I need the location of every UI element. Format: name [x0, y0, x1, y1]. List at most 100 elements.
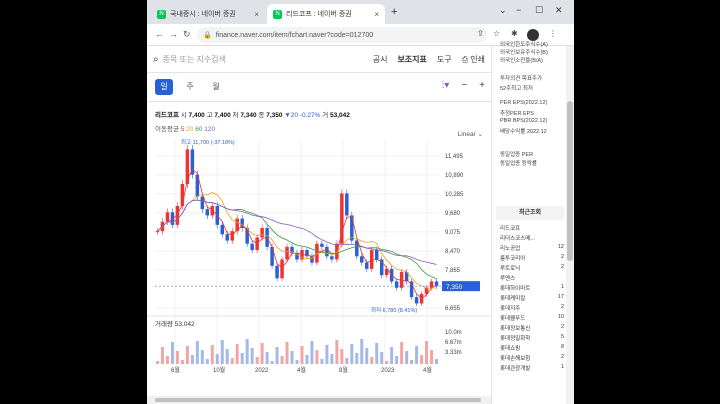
- recent-stock-item[interactable]: 리노공업 12: [500, 244, 564, 252]
- volume-bar: [415, 346, 419, 364]
- extensions-icon[interactable]: ✱: [511, 29, 518, 38]
- recent-stock-item[interactable]: 롯데하이마트 1: [500, 284, 564, 292]
- candle-body: [230, 231, 234, 241]
- volume-bar: [425, 341, 429, 364]
- price-chart[interactable]: 11,495 10,890 10,285 9,680 9,075 8,470 7,865 6,…: [147, 46, 491, 396]
- foreign-ownership-label: 외국인보유주식수(B): [500, 50, 548, 56]
- share-icon[interactable]: ⇪: [477, 29, 484, 38]
- candle-body: [205, 209, 210, 216]
- reload-button[interactable]: ↻: [183, 29, 191, 40]
- recent-stock-item[interactable]: 롯데웰푸드 10: [500, 314, 564, 322]
- forward-button[interactable]: →: [169, 29, 178, 39]
- bookmark-star-icon[interactable]: ☆: [493, 29, 500, 38]
- maximize-button[interactable]: ☐: [535, 5, 543, 16]
- volume-bar: [165, 356, 169, 364]
- candle-body: [225, 234, 229, 241]
- url-field[interactable]: 🔒 finance.naver.com/item/fchart.naver?co…: [197, 27, 487, 43]
- volume-bar: [430, 350, 434, 364]
- candle-body: [350, 215, 354, 241]
- chart-panel: ⌕ 종목 또는 지수검색 공시 보조지표 도구 ⎙ 인쇄 일 주 월 ⫶▾ − …: [147, 46, 491, 404]
- y-tick-label: 6,655: [445, 306, 461, 312]
- recent-stock-item[interactable]: 롯데손해보험 2: [500, 354, 564, 362]
- recent-views-header[interactable]: 최근조회: [496, 206, 564, 220]
- page-content: ⌕ 종목 또는 지수검색 공시 보조지표 도구 ⎙ 인쇄 일 주 월 ⫶▾ − …: [147, 42, 574, 404]
- candle-body: [155, 231, 160, 233]
- recent-stock-name: 리더스코스메...: [500, 236, 535, 242]
- sector-label: 동일업종 등락률: [500, 161, 537, 167]
- volume-bar: [330, 354, 334, 364]
- recent-stock-item[interactable]: 루트로닉 2: [500, 264, 564, 272]
- candle-body: [260, 228, 264, 238]
- candle-body: [325, 246, 329, 257]
- recent-stock-name: 루멘스: [500, 276, 516, 282]
- tab-close-icon[interactable]: ×: [374, 10, 379, 19]
- menu-kebab-icon[interactable]: ⋮: [549, 29, 557, 38]
- y-tick-label: 10,285: [445, 192, 464, 198]
- recent-stock-name: 롯데쇼핑: [500, 346, 521, 352]
- recent-stock-count: 1: [560, 284, 564, 290]
- volume-bar: [245, 339, 249, 364]
- volume-bar: [395, 356, 399, 364]
- candle-body: [165, 212, 170, 222]
- tab-search-icon[interactable]: ⌄: [499, 5, 507, 16]
- recent-stock-item[interactable]: 롯데케미칼 17: [500, 294, 564, 302]
- volume-bar: [345, 358, 349, 364]
- candle-body: [394, 281, 399, 288]
- recent-stock-item[interactable]: 롯데관광개발 1: [500, 364, 564, 372]
- scrollbar-thumb[interactable]: [155, 398, 481, 402]
- recent-stock-item[interactable]: 룽투코리아 2: [500, 254, 564, 262]
- recent-stock-item[interactable]: 롯데지주 2: [500, 304, 564, 312]
- volume-bar: [190, 355, 194, 364]
- volume-bar: [215, 354, 219, 364]
- volume-bar: [255, 357, 259, 364]
- volume-bar: [380, 352, 384, 364]
- minimize-button[interactable]: −: [516, 5, 521, 15]
- recent-stock-count: 1: [560, 364, 564, 370]
- recent-stock-name: 롯데지주: [500, 306, 521, 312]
- volume-bar: [200, 350, 204, 364]
- candle-body: [360, 256, 364, 263]
- volume-bar: [290, 351, 294, 364]
- volume-bar: [335, 340, 339, 364]
- back-button[interactable]: ←: [155, 29, 164, 39]
- volume-bar: [385, 361, 389, 364]
- tab-close-icon[interactable]: ×: [254, 10, 259, 19]
- recent-stock-count: 12: [557, 244, 564, 250]
- close-window-button[interactable]: ✕: [555, 5, 563, 16]
- volume-bar: [230, 358, 234, 364]
- recent-stock-item[interactable]: 루멘스: [500, 274, 564, 282]
- y-tick-label: 9,075: [445, 230, 461, 236]
- volume-bar: [370, 357, 374, 364]
- volume-bar: [435, 359, 439, 364]
- recent-stock-name: 루트로닉: [500, 266, 521, 272]
- recent-stock-item[interactable]: 리더스코스메...: [500, 234, 564, 242]
- volume-bar: [390, 347, 394, 364]
- candle-body: [355, 240, 359, 257]
- scrollbar-thumb[interactable]: [567, 101, 573, 261]
- volume-bar: [405, 351, 409, 364]
- tab-strip: N 국내증시 : 네이버 증권 × N 리드코프 : 네이버 증권 × + ⌄ …: [147, 0, 574, 24]
- recent-stock-count: 2: [560, 324, 564, 330]
- new-tab-button[interactable]: +: [391, 6, 397, 18]
- horizontal-scrollbar[interactable]: [147, 396, 491, 404]
- recent-stock-name: 롯데손해보험: [500, 356, 531, 362]
- tab-domestic-market[interactable]: N 국내증시 : 네이버 증권 ×: [151, 4, 265, 24]
- candle-body: [374, 250, 379, 260]
- recent-stock-item[interactable]: 롯데정보통신 2: [500, 324, 564, 332]
- volume-bar: [185, 346, 189, 364]
- low-annotation: 최저 6,780 (8.41%): [371, 306, 417, 314]
- volume-bar: [225, 349, 229, 364]
- volume-bar: [210, 345, 214, 364]
- volume-bar: [240, 353, 244, 364]
- recent-stock-name: 리드코프: [500, 226, 521, 232]
- candle-body: [185, 149, 190, 185]
- vertical-scrollbar[interactable]: [566, 46, 574, 404]
- recent-stock-item[interactable]: 롯데쇼핑 8: [500, 344, 564, 352]
- recent-stock-name: 리노공업: [500, 246, 521, 252]
- x-tick-label: 6월: [171, 366, 180, 374]
- x-tick-label: 8월: [339, 366, 348, 374]
- recent-stock-item[interactable]: 리드코프: [500, 224, 564, 232]
- recent-stock-item[interactable]: 롯데정밀화학 5: [500, 334, 564, 342]
- volume-bar: [340, 349, 344, 364]
- tab-leadcorp[interactable]: N 리드코프 : 네이버 증권 ×: [267, 4, 385, 24]
